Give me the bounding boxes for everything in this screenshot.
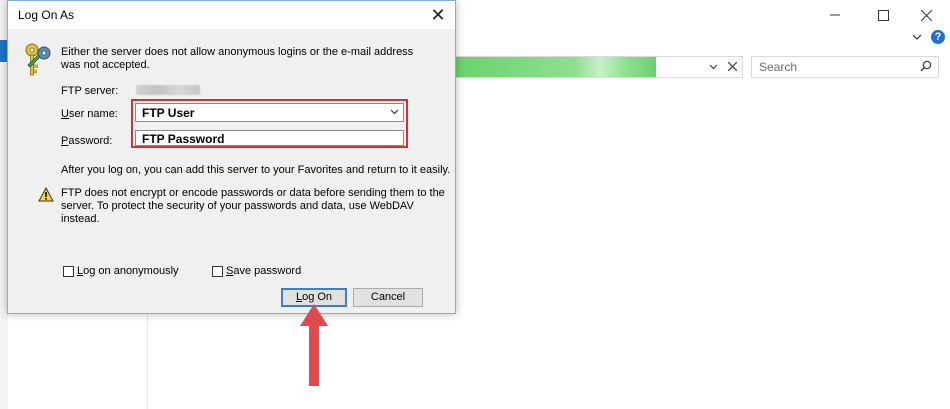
close-icon [920,9,932,21]
ribbon-expand-chevron-icon[interactable] [912,30,922,44]
address-load-progress [456,57,657,77]
log-on-anonymously-checkbox[interactable] [63,266,74,277]
password-label: Password: [61,135,112,147]
search-box[interactable]: Search [751,56,939,78]
user-name-label-text: ser name: [68,108,118,120]
user-name-value: FTP User [142,106,195,120]
password-value: FTP Password [142,132,225,146]
keys-icon [20,41,54,84]
close-icon: ✕ [430,5,446,25]
search-placeholder: Search [759,60,798,74]
dialog-titlebar: Log On As ✕ [8,1,455,29]
window-close-button[interactable] [903,2,949,28]
dialog-title: Log On As [18,8,75,22]
help-icon[interactable]: ? [931,30,945,44]
ftp-server-label: FTP server: [61,85,119,97]
chevron-down-icon [709,64,717,70]
address-bar[interactable] [455,56,743,78]
password-label-text: assword: [68,135,113,147]
maximize-button[interactable] [860,2,906,28]
cancel-button[interactable]: Cancel [353,288,423,307]
minimize-icon [830,14,840,16]
save-password-label[interactable]: Save password [226,265,301,277]
minimize-button[interactable] [812,2,858,28]
dialog-close-button[interactable]: ✕ [425,3,451,27]
anon-label-text: og on anonymously [83,265,179,277]
logon-message: Either the server does not allow anonymo… [61,46,414,71]
maximize-icon [877,9,889,21]
address-clear-button[interactable] [724,59,740,75]
warning-icon [38,186,54,205]
log-on-anonymously-label[interactable]: Log on anonymously [77,265,179,277]
favorites-hint: After you log on, you can add this serve… [61,164,451,176]
ftp-server-value-redacted [136,85,200,95]
user-name-label: User name: [61,108,118,120]
chevron-down-icon[interactable] [390,106,399,118]
log-on-as-dialog: Log On As ✕ Either the server does not a… [7,0,456,314]
user-name-combobox[interactable]: FTP User [135,103,404,122]
save-label-text: ave password [233,265,302,277]
security-warning: FTP does not encrypt or encode passwords… [61,187,445,225]
address-dropdown-button[interactable] [706,59,720,75]
save-password-checkbox[interactable] [212,266,223,277]
search-icon [920,60,932,75]
user-name-label-accesskey: U [61,108,69,120]
annotation-arrow-icon [298,302,330,391]
close-icon [727,61,737,72]
password-field[interactable]: FTP Password [135,130,404,146]
